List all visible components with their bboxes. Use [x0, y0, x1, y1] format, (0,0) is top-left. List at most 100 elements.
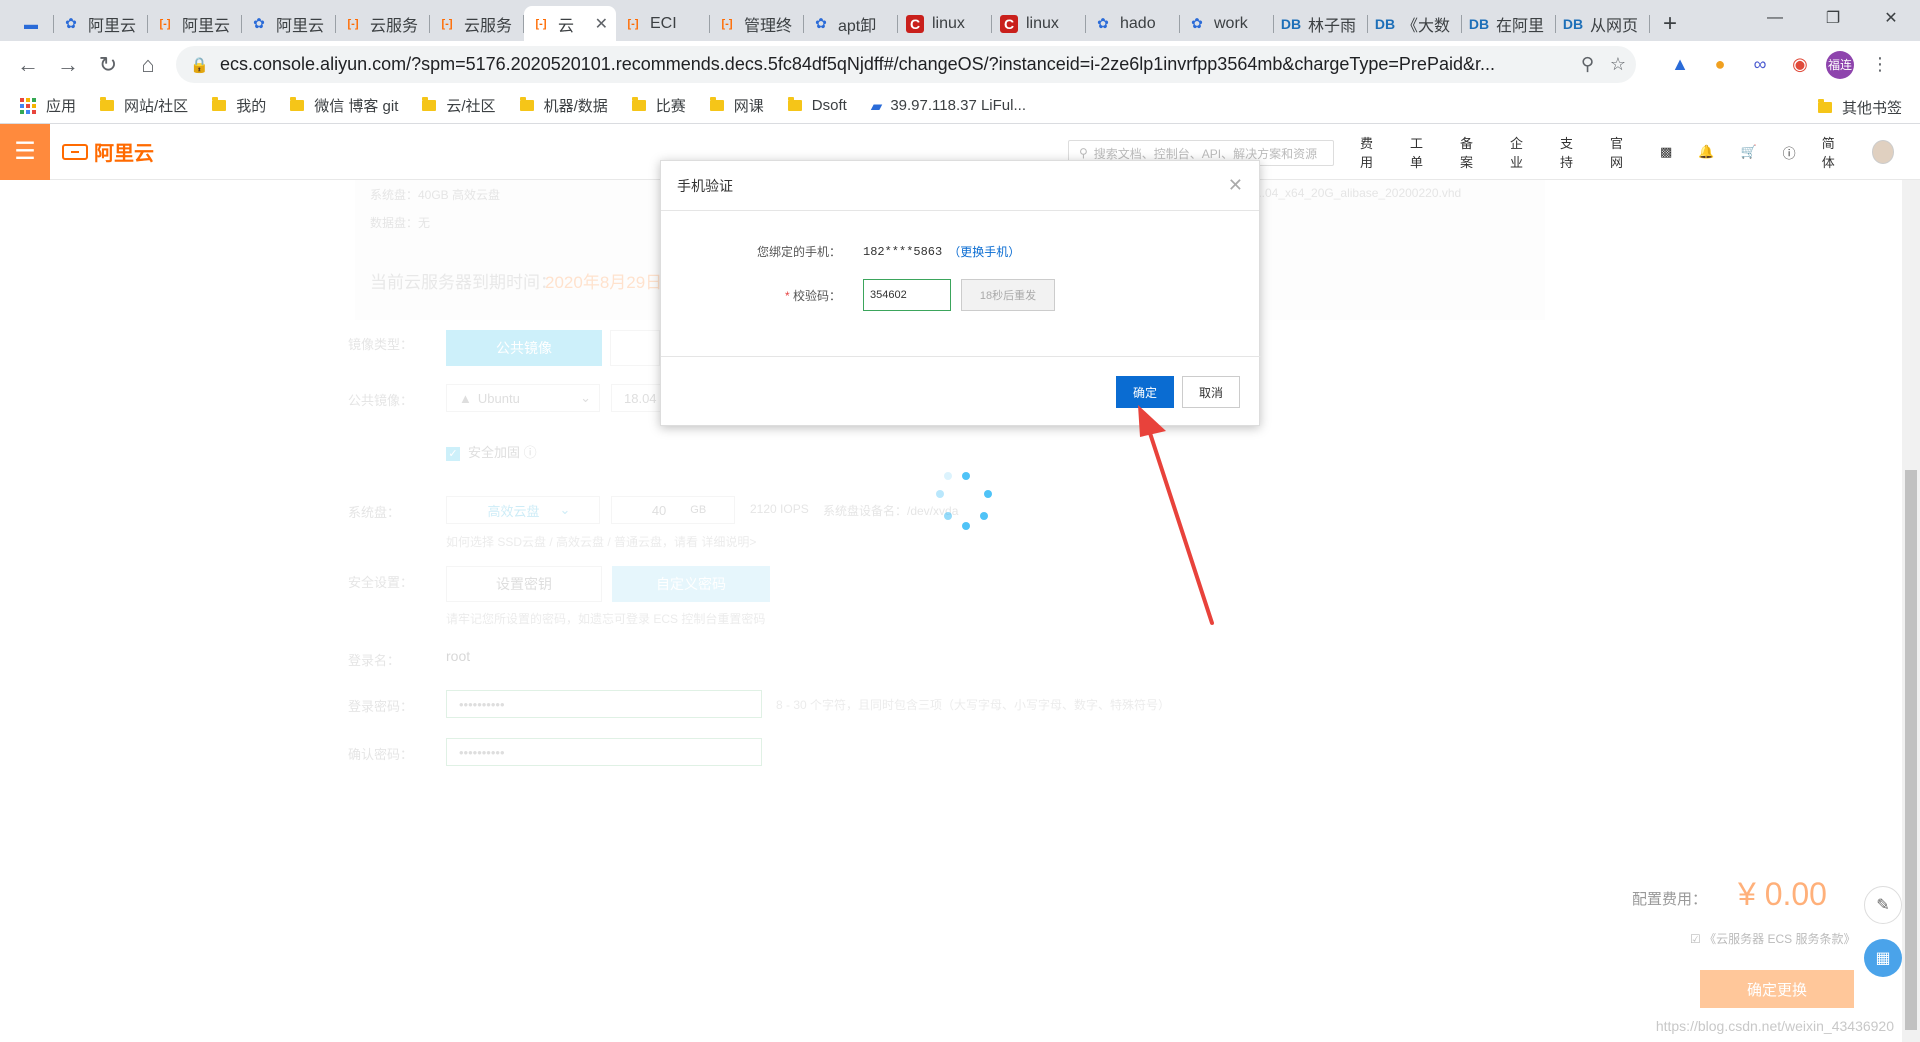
resend-button[interactable]: 18秒后重发	[961, 279, 1055, 311]
zoom-icon[interactable]: ⚲	[1581, 54, 1594, 75]
close-icon[interactable]: ✕	[1228, 175, 1243, 196]
bookmark-item[interactable]: 我的	[212, 95, 266, 116]
home-icon[interactable]: ⌂	[128, 45, 168, 85]
scrollbar-thumb[interactable]	[1905, 470, 1917, 1030]
nav-icp[interactable]: 备案	[1460, 133, 1484, 171]
tab[interactable]: [-] 阿里云	[148, 6, 242, 41]
extension-chrome-icon[interactable]: ◉	[1780, 54, 1820, 75]
site-favicon-icon: ▰	[870, 97, 883, 115]
tab[interactable]: ✿ hado	[1086, 6, 1180, 41]
tab[interactable]: DB 从网页	[1556, 6, 1650, 41]
language-switch[interactable]: 简体	[1822, 133, 1846, 171]
extension-link-icon[interactable]: ∞	[1740, 54, 1780, 75]
nav-official[interactable]: 官网	[1610, 133, 1634, 171]
cancel-button[interactable]: 取消	[1182, 376, 1240, 408]
terminal-icon[interactable]: ▩	[1660, 144, 1672, 160]
tab-title: apt卸	[838, 17, 877, 35]
tab-title: linux	[932, 14, 965, 32]
tab[interactable]: ▬	[14, 6, 54, 41]
lab-favicon-icon: DB	[1374, 15, 1396, 32]
spinner-dot	[936, 490, 944, 498]
tab-title: 从网页	[1590, 17, 1639, 35]
other-bookmarks[interactable]: 其他书签	[1817, 97, 1902, 118]
cart-icon[interactable]: 🛒	[1740, 144, 1756, 160]
bookmark-item[interactable]: 云/社区	[422, 95, 496, 116]
bell-icon[interactable]: 🔔	[1698, 144, 1714, 160]
bookmark-item[interactable]: Dsoft	[787, 97, 847, 114]
aliyun-logo[interactable]: 阿里云	[62, 137, 154, 166]
url-text: ecs.console.aliyun.com/?spm=5176.2020520…	[220, 54, 1495, 74]
code-input[interactable]: 354602	[863, 279, 951, 311]
lab-favicon-icon: DB	[1280, 15, 1302, 32]
phone-verify-dialog: 手机验证 ✕ 您绑定的手机： 182****5863 （更换手机） * 校验码：…	[660, 160, 1261, 426]
tab[interactable]: [-] 云服务	[336, 6, 430, 41]
scrollbar[interactable]	[1902, 180, 1920, 1042]
chat-icon[interactable]: ✎	[1864, 886, 1902, 924]
extensions: ▲ ● ∞ ◉ 福连 ⋮	[1660, 41, 1900, 88]
annotation-arrow-icon	[1138, 405, 1214, 625]
paw-favicon-icon: ✿	[815, 15, 827, 31]
nav-support[interactable]: 支持	[1560, 133, 1584, 171]
tab[interactable]: Clinux	[992, 6, 1086, 41]
bookmark-item[interactable]: ▰ 39.97.118.37 LiFul...	[871, 97, 1026, 115]
tab-active[interactable]: [-] 云 ✕	[524, 6, 616, 41]
apps-grid-icon	[20, 97, 36, 114]
agreement-checkbox[interactable]: ☑ 《云服务器 ECS 服务条款》	[1690, 930, 1855, 947]
extension-graduation-icon[interactable]: ▲	[1660, 54, 1700, 75]
nav-fee[interactable]: 费用	[1360, 133, 1384, 171]
tab[interactable]: ✿ 阿里云	[242, 6, 336, 41]
tab-close-icon[interactable]: ✕	[589, 14, 608, 34]
back-icon[interactable]: ←	[8, 45, 48, 85]
omnibox[interactable]: 🔒 ecs.console.aliyun.com/?spm=5176.20205…	[176, 46, 1636, 83]
new-tab-button[interactable]: +	[1650, 6, 1690, 41]
tab[interactable]: DB 《大数	[1368, 6, 1462, 41]
csdn-favicon-icon: C	[906, 14, 924, 33]
ok-button[interactable]: 确定	[1116, 376, 1174, 408]
tab-title: 云	[558, 17, 575, 35]
bookmark-star-icon[interactable]: ☆	[1610, 54, 1626, 75]
tab[interactable]: [-] 管理终	[710, 6, 804, 41]
confirm-replace-button[interactable]: 确定更换	[1700, 970, 1854, 1008]
grid-icon[interactable]: ▦	[1864, 939, 1902, 977]
bookmark-label: 云/社区	[446, 98, 496, 115]
paw-favicon-icon: ✿	[253, 15, 265, 31]
tab-title: 阿里云	[88, 17, 137, 35]
help-icon[interactable]: ⓘ	[1783, 143, 1796, 162]
tab[interactable]: [-] 云服务	[430, 6, 524, 41]
tab[interactable]: [-] ECI	[616, 6, 710, 41]
nav-enterprise[interactable]: 企业	[1510, 133, 1534, 171]
restore-icon[interactable]: ❐	[1804, 0, 1862, 36]
spinner-dot	[944, 512, 952, 520]
tab[interactable]: DB 在阿里	[1462, 6, 1556, 41]
bookmark-item[interactable]: 网课	[709, 95, 764, 116]
tab[interactable]: ✿ 阿里云	[54, 6, 148, 41]
bookmark-item[interactable]: 应用	[20, 95, 76, 116]
profile-button[interactable]: 福连	[1820, 50, 1860, 79]
aliyun-favicon-icon: [-]	[347, 17, 359, 30]
tab[interactable]: Clinux	[898, 6, 992, 41]
bookmark-item[interactable]: 网站/社区	[100, 95, 188, 116]
change-phone-link[interactable]: （更换手机）	[948, 243, 1020, 260]
tab-title: 云服务	[464, 17, 513, 35]
extension-shield-icon[interactable]: ●	[1700, 54, 1740, 75]
bookmark-item[interactable]: 机器/数据	[519, 95, 608, 116]
avatar[interactable]	[1871, 140, 1894, 164]
tab[interactable]: DB 林子雨	[1274, 6, 1368, 41]
menu-kebab-icon[interactable]: ⋮	[1860, 54, 1900, 75]
hamburger-menu-icon[interactable]: ☰	[0, 124, 50, 180]
lab-favicon-icon: DB	[1562, 15, 1584, 32]
code-label-text: 校验码：	[792, 288, 841, 303]
bookmark-item[interactable]: 微信 博客 git	[290, 95, 398, 116]
reload-icon[interactable]: ↻	[88, 45, 128, 85]
bookmark-item[interactable]: 比赛	[631, 95, 686, 116]
fee-label: 配置费用：	[1632, 891, 1708, 908]
forward-icon[interactable]: →	[48, 45, 88, 85]
nav-ticket[interactable]: 工单	[1410, 133, 1434, 171]
loading-spinner-icon	[930, 472, 1000, 542]
screen-favicon-icon: ▬	[24, 15, 38, 32]
tab[interactable]: ✿ apt卸	[804, 6, 898, 41]
phone-row: 您绑定的手机： 182****5863 （更换手机）	[661, 243, 1261, 260]
minimize-icon[interactable]: —	[1746, 0, 1804, 36]
tab[interactable]: ✿ work	[1180, 6, 1274, 41]
close-window-icon[interactable]: ✕	[1862, 0, 1920, 36]
